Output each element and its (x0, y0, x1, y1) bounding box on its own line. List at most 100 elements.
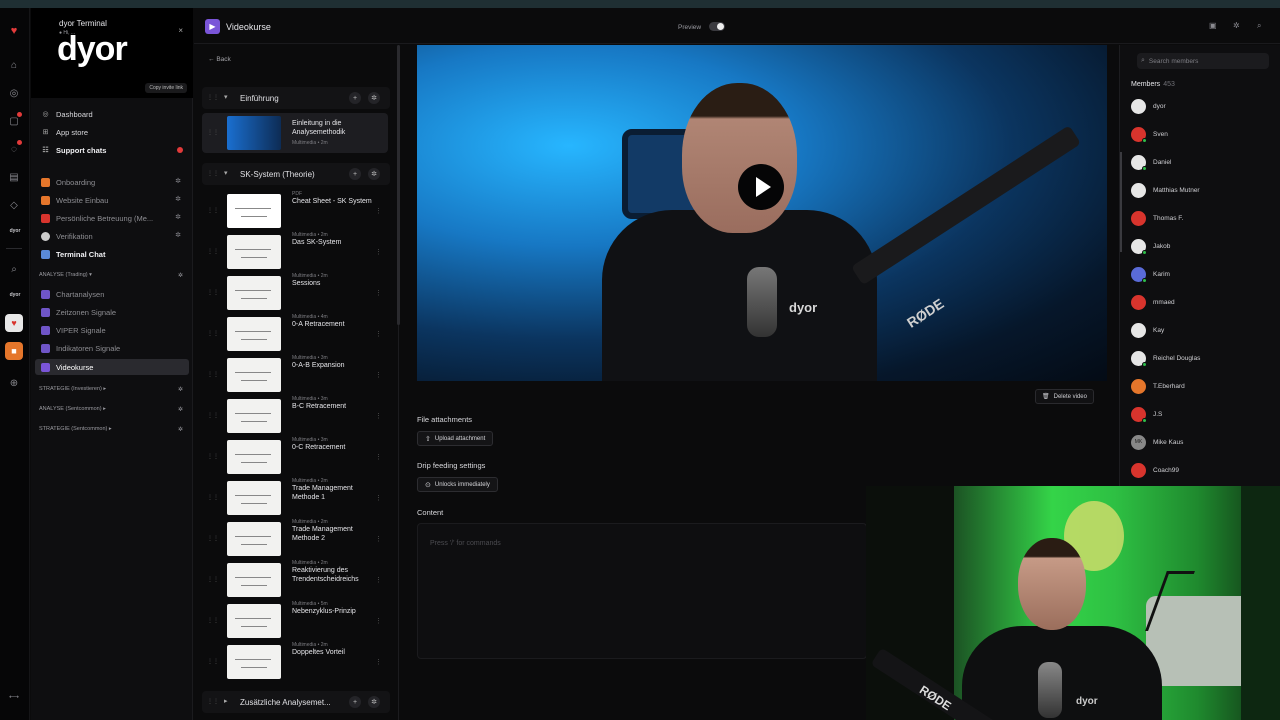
more-icon[interactable]: ⋮ (375, 330, 382, 338)
group-add-icon[interactable]: ✲ (178, 386, 183, 393)
lesson-item-intro[interactable]: ⋮⋮ Einleitung in die Analysemethodik Mul… (202, 113, 388, 153)
lesson-item[interactable]: ⋮⋮ Sessions Multimedia • 2m ⋮ (202, 273, 388, 313)
member-row[interactable]: T.Eberhard (1131, 377, 1276, 395)
chevron-down-icon[interactable]: ▾ (224, 169, 228, 177)
member-row[interactable]: Matthias Mutner (1131, 181, 1276, 199)
more-icon[interactable]: ⋮ (375, 576, 382, 584)
play-button[interactable] (738, 164, 784, 210)
drag-handle-icon[interactable]: ⋮⋮ (207, 207, 219, 214)
more-icon[interactable]: ⋮ (375, 658, 382, 666)
channel-videokurse[interactable]: Videokurse (35, 359, 189, 375)
more-icon[interactable]: ⋮ (375, 453, 382, 461)
drag-handle-icon[interactable]: ⋮⋮ (207, 617, 219, 624)
add-app-icon[interactable]: ⊕ (5, 374, 23, 392)
content-editor[interactable]: Press '/' for commands (417, 523, 867, 659)
member-row[interactable]: Reichel Douglas (1131, 349, 1276, 367)
member-row[interactable]: mmaed (1131, 293, 1276, 311)
more-icon[interactable]: ⋮ (375, 617, 382, 625)
settings-icon[interactable]: ✲ (175, 213, 181, 221)
member-row[interactable]: Sven (1131, 125, 1276, 143)
lesson-item[interactable]: ⋮⋮ B-C Retracement Multimedia • 3m ⋮ (202, 396, 388, 436)
upload-attachment-button[interactable]: ⇧ Upload attachment (417, 431, 494, 446)
lesson-item[interactable]: ⋮⋮ Reaktivierung des Trendentscheidreichs… (202, 560, 388, 600)
video-player[interactable]: dyor RØDE ◂ (417, 45, 1107, 381)
whop-logo-icon[interactable]: ♥ (5, 22, 23, 40)
more-icon[interactable]: ⋮ (375, 494, 382, 502)
lesson-item[interactable]: ⋮⋮ Trade Management Methode 2 Multimedia •… (202, 519, 388, 559)
lesson-item[interactable]: ⋮⋮ Nebenzyklus-Prinzip Multimedia • 5m ⋮ (202, 601, 388, 641)
drag-handle-icon[interactable]: ⋮⋮ (207, 576, 219, 583)
group-add-icon[interactable]: ✲ (178, 272, 183, 279)
tag-icon[interactable]: ◇ (5, 196, 23, 214)
section-settings-icon[interactable]: ✲ (368, 92, 380, 104)
group-analyse-sentcommon[interactable]: ANALYSE (Sentcommon) ▸ ✲ (39, 406, 185, 413)
unlocks-immediately-button[interactable]: ⊙ Unlocks immediately (417, 477, 498, 492)
workspace-menu-icon[interactable]: × (178, 26, 183, 35)
channel-indikatoren-signale[interactable]: Indikatoren Signale (35, 340, 189, 356)
drag-handle-icon[interactable]: ⋮⋮ (207, 453, 219, 460)
more-icon[interactable]: ⋮ (375, 248, 382, 256)
channel-zeitzonen-signale[interactable]: Zeitzonen Signale (35, 304, 189, 320)
section-sk-system[interactable]: ⋮⋮ ▾ SK-System (Theorie) + ✲ (202, 163, 390, 185)
channel-persoenliche-betreuung[interactable]: Persönliche Betreuung (Me... ✲ (35, 210, 189, 226)
lesson-item[interactable]: ⋮⋮ Trade Management Methode 1 Multimedia •… (202, 478, 388, 518)
nav-support-chats[interactable]: ☷ Support chats (35, 142, 189, 158)
group-add-icon[interactable]: ✲ (178, 426, 183, 433)
lesson-item[interactable]: ⋮⋮ 0-A-B Expansion Multimedia • 3m ⋮ (202, 355, 388, 395)
member-row[interactable]: Kay (1131, 321, 1276, 339)
member-row[interactable]: MK Mike Kaus (1131, 433, 1276, 451)
drag-handle-icon[interactable]: ⋮⋮ (207, 698, 219, 705)
copy-invite-button[interactable]: Copy invite link (145, 83, 187, 93)
channel-onboarding[interactable]: Onboarding ✲ (35, 174, 189, 190)
add-lesson-icon[interactable]: + (349, 168, 361, 180)
notification-icon[interactable]: ▢ (5, 112, 23, 130)
more-icon[interactable]: ⋮ (375, 371, 382, 379)
chevron-right-icon[interactable]: ▸ (224, 697, 228, 705)
gear-icon[interactable]: ✲ (1233, 21, 1240, 30)
member-row[interactable]: Karim (1131, 265, 1276, 283)
compass-icon[interactable]: ◎ (5, 84, 23, 102)
lesson-item[interactable]: ⋮⋮ Das SK-System Multimedia • 2m ⋮ (202, 232, 388, 272)
home-icon[interactable]: ⌂ (5, 56, 23, 74)
member-row[interactable]: J.S (1131, 405, 1276, 423)
chat-icon[interactable]: ◌ (5, 140, 23, 158)
settings-icon[interactable]: ✲ (175, 231, 181, 239)
member-row[interactable]: Coach99 (1131, 461, 1276, 479)
more-icon[interactable]: ⋮ (375, 535, 382, 543)
nav-app-store[interactable]: ⊞ App store (35, 124, 189, 140)
member-row[interactable]: Jakob (1131, 237, 1276, 255)
nav-dashboard[interactable]: ◎ Dashboard (35, 106, 189, 122)
settings-icon[interactable]: ✲ (175, 195, 181, 203)
drag-handle-icon[interactable]: ⋮⋮ (207, 248, 219, 255)
app-icon-heart[interactable]: ♥ (5, 314, 23, 332)
section-settings-icon[interactable]: ✲ (368, 168, 380, 180)
chevron-down-icon[interactable]: ▾ (224, 93, 228, 101)
back-button[interactable]: ← Back (208, 56, 231, 63)
member-row[interactable]: Thomas F. (1131, 209, 1276, 227)
section-einfuehrung[interactable]: ⋮⋮ ▾ Einführung + ✲ (202, 87, 390, 109)
search-icon[interactable]: ⌕ (1257, 21, 1261, 31)
member-row[interactable]: Daniel (1131, 153, 1276, 171)
app-icon-orange[interactable]: ■ (5, 342, 23, 360)
group-strategie-sentcommon[interactable]: STRATEGIE (Sentcommon) ▸ ✲ (39, 426, 185, 433)
channel-verifikation[interactable]: Verifikation ✲ (35, 228, 189, 244)
add-lesson-icon[interactable]: + (349, 696, 361, 708)
drag-handle-icon[interactable]: ⋮⋮ (207, 412, 219, 419)
drag-handle-icon[interactable]: ⋮⋮ (207, 371, 219, 378)
drag-handle-icon[interactable]: ⋮⋮ (207, 170, 219, 177)
group-strategie-investieren[interactable]: STRATEGIE (Investieren) ▸ ✲ (39, 386, 185, 393)
member-row[interactable]: dyor (1131, 97, 1276, 115)
lesson-item[interactable]: ⋮⋮ 0-C Retracement Multimedia • 3m ⋮ (202, 437, 388, 477)
drag-handle-icon[interactable]: ⋮⋮ (207, 535, 219, 542)
channel-terminal-chat[interactable]: Terminal Chat (35, 246, 189, 262)
bell-icon[interactable]: ▣ (1209, 21, 1217, 30)
more-icon[interactable]: ⋮ (375, 207, 382, 215)
channel-viper-signale[interactable]: VIPER Signale (35, 322, 189, 338)
group-analyse-trading[interactable]: ANALYSE (Trading) ▾ ✲ (39, 272, 185, 279)
section-zusaetzliche[interactable]: ⋮⋮ ▸ Zusätzliche Analysemet... + ✲ (202, 691, 390, 713)
drag-handle-icon[interactable]: ⋮⋮ (207, 330, 219, 337)
delete-video-button[interactable]: 🗑 Delete video (1035, 389, 1094, 404)
search-icon[interactable]: ⌕ (5, 260, 23, 278)
drag-handle-icon[interactable]: ⋮⋮ (207, 289, 219, 296)
lesson-item[interactable]: ⋮⋮ Cheat Sheet - SK System PDF ⋮ (202, 191, 388, 231)
